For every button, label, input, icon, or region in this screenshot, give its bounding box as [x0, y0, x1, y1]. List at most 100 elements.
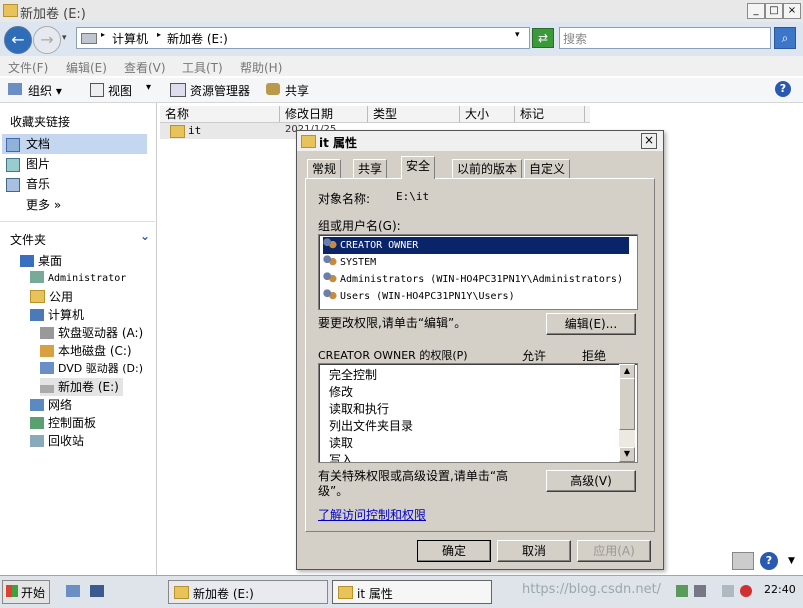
menu-edit[interactable]: 编辑(E) [66, 59, 107, 76]
tab-general[interactable]: 常规 [307, 159, 342, 178]
taskbar-help-icon[interactable]: ? [760, 552, 778, 570]
computer-icon [30, 309, 44, 321]
user-list: CREATOR OWNER SYSTEM Administrators (WIN… [318, 234, 638, 310]
refresh-icon[interactable]: ⇄ [532, 28, 554, 48]
resource-manager-button[interactable]: 资源管理器 [190, 82, 250, 99]
network-tray-icon[interactable] [676, 585, 688, 597]
forward-arrow-icon[interactable]: → [33, 26, 61, 54]
tab-sharing[interactable]: 共享 [353, 159, 388, 178]
favorites-header: 收藏夹链接 [10, 115, 71, 129]
favorite-pictures[interactable]: 图片 [2, 154, 147, 174]
view-button[interactable]: 视图 [108, 82, 132, 99]
tree-item-floppy[interactable]: 软盘驱动器 (A:) [40, 324, 143, 342]
minimize-button[interactable]: _ [747, 3, 765, 19]
user-group-icon [323, 289, 337, 301]
folder-icon [174, 586, 189, 599]
tree-item-network[interactable]: 网络 [30, 396, 72, 414]
tree-item-local-disk-c[interactable]: 本地磁盘 (C:) [40, 342, 132, 360]
organize-button[interactable]: 组织 ▾ [28, 82, 62, 99]
tray-icon[interactable] [694, 585, 706, 597]
chevron-down-icon[interactable]: ⌄ [140, 229, 150, 243]
maximize-button[interactable]: □ [765, 3, 783, 19]
edit-button[interactable]: 编辑(E)... [546, 313, 636, 335]
column-name[interactable]: 名称 [160, 106, 280, 122]
column-size[interactable]: 大小 [460, 106, 515, 122]
folder-icon [338, 586, 353, 599]
show-desktop-icon[interactable] [90, 585, 104, 597]
permission-list-folder: 列出文件夹目录 [329, 419, 414, 433]
share-button[interactable]: 共享 [285, 82, 309, 99]
breadcrumb-separator: ▸ [101, 30, 106, 39]
column-date[interactable]: 修改日期 [280, 106, 368, 122]
column-tags[interactable]: 标记 [515, 106, 585, 122]
scroll-down-icon[interactable]: ▼ [619, 447, 635, 462]
scroll-thumb[interactable] [619, 378, 635, 430]
breadcrumb-separator: ▸ [157, 30, 162, 39]
scroll-up-icon[interactable]: ▲ [619, 364, 635, 379]
start-label: 开始 [21, 586, 46, 600]
tree-item-control-panel[interactable]: 控制面板 [30, 414, 96, 432]
user-group-icon [323, 255, 337, 267]
menu-help[interactable]: 帮助(H) [240, 59, 282, 76]
user-group-icon [323, 238, 337, 250]
system-drive-icon [40, 345, 54, 357]
breadcrumb-volume-e[interactable]: 新加卷 (E:) [167, 30, 228, 47]
address-dropdown-icon[interactable]: ▾ [515, 30, 520, 40]
tab-previous-versions[interactable]: 以前的版本 [452, 159, 523, 178]
favorites-more-link[interactable]: 更多 » [26, 196, 61, 213]
tree-item-desktop[interactable]: 桌面 [20, 252, 62, 270]
user-row-system[interactable]: SYSTEM [323, 254, 376, 271]
menu-tools[interactable]: 工具(T) [182, 59, 223, 76]
volume-tray-icon[interactable] [722, 585, 734, 597]
history-dropdown-icon[interactable]: ▾ [62, 33, 67, 43]
tab-customize[interactable]: 自定义 [524, 159, 571, 178]
cancel-button[interactable]: 取消 [497, 540, 571, 562]
navigation-pane: 收藏夹链接 文档 图片 音乐 更多 » 文件夹 ⌄ 桌面 Administrat… [0, 103, 157, 575]
view-dropdown-icon[interactable]: ▾ [146, 82, 151, 93]
alert-tray-icon[interactable] [740, 585, 752, 597]
server-manager-icon[interactable] [66, 585, 80, 597]
keyboard-icon[interactable] [732, 552, 754, 570]
folder-icon [170, 125, 185, 138]
window-scroll-down-icon[interactable]: ▼ [788, 556, 795, 566]
file-row[interactable]: it 2021/1/25 [160, 123, 336, 139]
breadcrumb-computer[interactable]: 计算机 [112, 30, 148, 47]
column-type[interactable]: 类型 [368, 106, 460, 122]
floppy-drive-icon [40, 327, 54, 339]
ok-button[interactable]: 确定 [417, 540, 491, 562]
start-button[interactable]: 开始 [2, 580, 50, 604]
menu-file[interactable]: 文件(F) [8, 59, 48, 76]
search-input[interactable]: 搜索 [559, 27, 771, 49]
tree-item-dvd-d[interactable]: DVD 驱动器 (D:) [40, 360, 143, 378]
menu-view[interactable]: 查看(V) [124, 59, 166, 76]
share-icon [266, 83, 280, 95]
tree-item-recycle-bin[interactable]: 回收站 [30, 432, 84, 450]
user-row-creator-owner[interactable]: CREATOR OWNER [323, 237, 629, 254]
access-control-help-link[interactable]: 了解访问控制和权限 [318, 506, 426, 523]
tree-item-computer[interactable]: 计算机 [30, 306, 84, 324]
help-icon[interactable]: ? [775, 81, 791, 97]
tree-item-administrator[interactable]: Administrator [30, 270, 126, 288]
favorite-music[interactable]: 音乐 [2, 174, 147, 194]
favorite-documents[interactable]: 文档 [2, 134, 147, 154]
taskbar-item-properties[interactable]: it 属性 [332, 580, 492, 604]
tab-security[interactable]: 安全 [401, 156, 436, 179]
search-icon[interactable]: ⌕ [774, 27, 796, 49]
user-row-administrators[interactable]: Administrators (WIN-HO4PC31PN1Y\Administ… [323, 271, 623, 288]
address-field[interactable]: ▸ 计算机 ▸ 新加卷 (E:) ▾ [76, 27, 530, 49]
user-row-users[interactable]: Users (WIN-HO4PC31PN1Y\Users) [323, 288, 515, 305]
folders-header[interactable]: 文件夹 [10, 231, 46, 248]
music-icon [6, 178, 20, 192]
properties-dialog: it 属性 × 常规 共享 安全 以前的版本 自定义 对象名称: E:\it 组… [296, 130, 664, 570]
dialog-close-button[interactable]: × [641, 133, 657, 149]
back-arrow-icon[interactable]: ← [4, 26, 32, 54]
object-name-value: E:\it [396, 190, 430, 203]
advanced-button[interactable]: 高级(V) [546, 470, 636, 492]
taskbar-item-explorer[interactable]: 新加卷 (E:) [168, 580, 328, 604]
tree-item-volume-e[interactable]: 新加卷 (E:) [40, 378, 123, 396]
apply-button[interactable]: 应用(A) [577, 540, 651, 562]
permissions-scrollbar[interactable]: ▲ ▼ [619, 364, 635, 462]
close-button[interactable]: × [783, 3, 801, 19]
allow-column-header: 允许 [522, 349, 547, 363]
tree-item-public[interactable]: 公用 [30, 288, 73, 306]
